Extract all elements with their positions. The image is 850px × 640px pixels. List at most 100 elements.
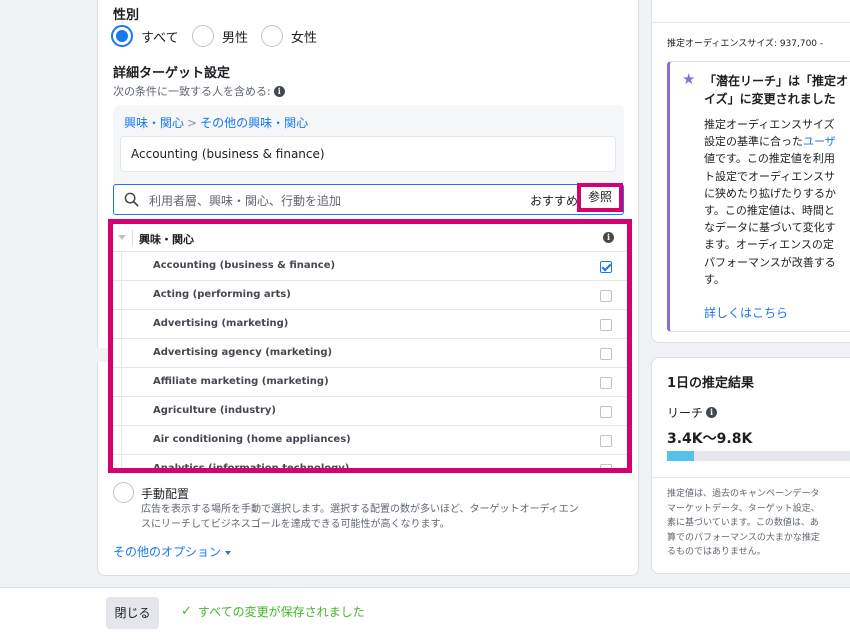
reach-value: 3.4K〜9.8K: [667, 431, 753, 447]
learn-more-link[interactable]: 詳しくはこちら: [704, 304, 788, 321]
checkbox-unchecked[interactable]: [600, 377, 612, 389]
manual-placement-description: 広告を表示する場所を手動で選択します。選択する配置の数が多いほど、ターゲットオー…: [141, 502, 579, 532]
save-status: ✓ すべての変更が保存されました: [181, 603, 365, 620]
breadcrumb: 興味・関心 > その他の興味・関心: [124, 114, 308, 131]
info-icon[interactable]: i: [273, 85, 285, 97]
reach-label: リーチ i: [667, 404, 718, 421]
collapse-caret-icon[interactable]: [118, 235, 126, 240]
interest-option-label: Acting (performing arts): [153, 289, 291, 300]
gender-option-male[interactable]: 男性: [192, 25, 248, 47]
interest-option-row[interactable]: Accounting (business & finance): [113, 252, 627, 281]
reach-bar-fill: [667, 451, 694, 461]
audience-size: 推定オーディエンスサイズ: 937,700 -: [667, 39, 824, 49]
note-line: マーケットデータ、ターゲット設定、: [667, 503, 820, 514]
manual-placement-radio[interactable]: [113, 482, 134, 503]
notice-title-line: 「潜在リーチ」は「推定オ: [704, 74, 849, 88]
more-options-link[interactable]: その他のオプション: [113, 543, 232, 560]
detailed-targeting-subtitle: 次の条件に一致する人を含める: i: [113, 83, 285, 99]
interest-option-label: Air conditioning (home appliances): [153, 434, 351, 445]
notice-body: 推定オーディエンスサイズ 設定の基準に合ったユーザ 値です。この推定値を利用 ト…: [704, 116, 836, 288]
interest-option-label: Analytics (information technology): [153, 463, 350, 473]
radio-unchecked[interactable]: [192, 25, 214, 47]
checkbox-unchecked[interactable]: [600, 406, 612, 418]
selected-interest-chip[interactable]: Accounting (business & finance): [120, 136, 616, 172]
note-line: 推定値は、過去のキャンペーンデータ: [667, 489, 820, 499]
suggestions-button[interactable]: おすすめ: [530, 192, 578, 209]
notice-line: 推定オーディエンスサイズ: [704, 118, 835, 131]
close-button[interactable]: 閉じる: [106, 597, 159, 629]
description-line: 広告を表示する場所を手動で選択します。選択する配置の数が多いほど、ターゲットオー…: [141, 504, 579, 515]
interest-option-row[interactable]: Affiliate marketing (marketing): [113, 368, 627, 397]
reach-label-text: リーチ: [667, 406, 704, 420]
interest-option-row[interactable]: Advertising (marketing): [113, 310, 627, 339]
interest-option-row[interactable]: Acting (performing arts): [113, 281, 627, 310]
gender-option-label: すべて: [141, 30, 179, 46]
notice-line: 設定の基準に合ったユーザ: [704, 133, 836, 150]
checkbox-unchecked[interactable]: [600, 435, 612, 447]
interest-option-label: Agriculture (industry): [153, 405, 276, 416]
chevron-down-icon: [225, 550, 232, 555]
interest-option-row[interactable]: Advertising agency (marketing): [113, 339, 627, 368]
search-placeholder: 利用者層、興味・関心、行動を追加: [149, 194, 342, 208]
note-line: 算でのパフォーマンスの大まかな推定: [667, 532, 820, 543]
gender-option-label: 女性: [291, 30, 318, 46]
potential-reach-notice: ★ 「潜在リーチ」は「推定オ イズ」に変更されました 推定オーディエンスサイズ …: [667, 61, 850, 332]
interest-option-label: Accounting (business & finance): [153, 260, 336, 271]
notice-line: なデータに基づいて変化す: [704, 221, 836, 235]
more-options-label: その他のオプション: [113, 545, 222, 559]
reach-bar: [667, 451, 850, 461]
tree-line: [121, 252, 122, 281]
dropdown-category-header[interactable]: 興味・関心 i: [113, 224, 627, 252]
save-status-text: すべての変更が保存されました: [197, 605, 365, 619]
users-link[interactable]: ユーザ: [803, 135, 836, 148]
tree-line: [121, 455, 122, 468]
tree-line: [121, 310, 122, 339]
interest-option-row[interactable]: Air conditioning (home appliances): [113, 426, 627, 455]
detailed-targeting-title: 詳細ターゲット設定: [113, 66, 231, 81]
interest-option-row[interactable]: Analytics (information technology): [113, 455, 627, 473]
gender-option-label: 男性: [222, 30, 249, 46]
radio-unchecked[interactable]: [261, 25, 283, 47]
checkbox-unchecked[interactable]: [600, 319, 612, 331]
checkbox-unchecked[interactable]: [600, 290, 612, 302]
tree-line: [121, 426, 122, 455]
info-icon[interactable]: i: [706, 407, 718, 418]
info-icon[interactable]: i: [603, 232, 614, 243]
search-icon: [124, 192, 139, 207]
tree-line: [121, 281, 122, 310]
gender-title: 性別: [113, 8, 140, 23]
notice-line: パフォーマンスが改善する: [704, 255, 836, 269]
checkbox-unchecked[interactable]: [600, 348, 612, 360]
notice-line: に狭めたり拡げたりするか: [704, 186, 836, 200]
manual-placement-title: 手動配置: [141, 487, 190, 501]
category-label: 興味・関心: [139, 233, 194, 246]
star-icon: ★: [682, 70, 696, 88]
tree-line: [121, 339, 122, 368]
breadcrumb-other-interests[interactable]: その他の興味・関心: [200, 116, 308, 130]
browse-dropdown: 興味・関心 i Accounting (business & finance) A…: [108, 219, 632, 473]
interest-option-label: Advertising (marketing): [153, 318, 289, 329]
notice-line: ます。オーディエンスの定: [704, 238, 834, 252]
checkbox-unchecked[interactable]: [600, 464, 612, 468]
gender-option-all[interactable]: すべて: [111, 25, 179, 47]
interest-option-row[interactable]: Agriculture (industry): [113, 397, 627, 426]
notice-line: す。: [704, 272, 725, 286]
interest-option-label: Affiliate marketing (marketing): [153, 376, 329, 387]
radio-checked[interactable]: [111, 25, 133, 47]
tree-line: [121, 397, 122, 426]
divider: [132, 230, 133, 246]
description-line: スにリーチしてビジネスゴールを達成できる可能性が高くなります。: [141, 519, 450, 530]
divider: [651, 477, 850, 478]
notice-title-line: イズ」に変更されました: [704, 92, 836, 106]
check-icon: ✓: [181, 604, 192, 619]
note-line: るものではありません。: [667, 547, 766, 558]
interest-option-label: Advertising agency (marketing): [153, 347, 333, 358]
search-input[interactable]: 利用者層、興味・関心、行動を追加 おすすめ: [113, 184, 624, 215]
browse-button[interactable]: 参照: [577, 183, 623, 212]
gender-option-female[interactable]: 女性: [261, 25, 317, 47]
notice-line: 値です。この推定値を利用: [704, 152, 835, 166]
subtitle-text: 次の条件に一致する人を含める:: [113, 85, 271, 98]
checkbox-checked[interactable]: [600, 261, 612, 273]
breadcrumb-interests[interactable]: 興味・関心: [124, 116, 184, 130]
estimate-note: 推定値は、過去のキャンペーンデータ マーケットデータ、ターゲット設定、 素に基づ…: [667, 487, 820, 560]
